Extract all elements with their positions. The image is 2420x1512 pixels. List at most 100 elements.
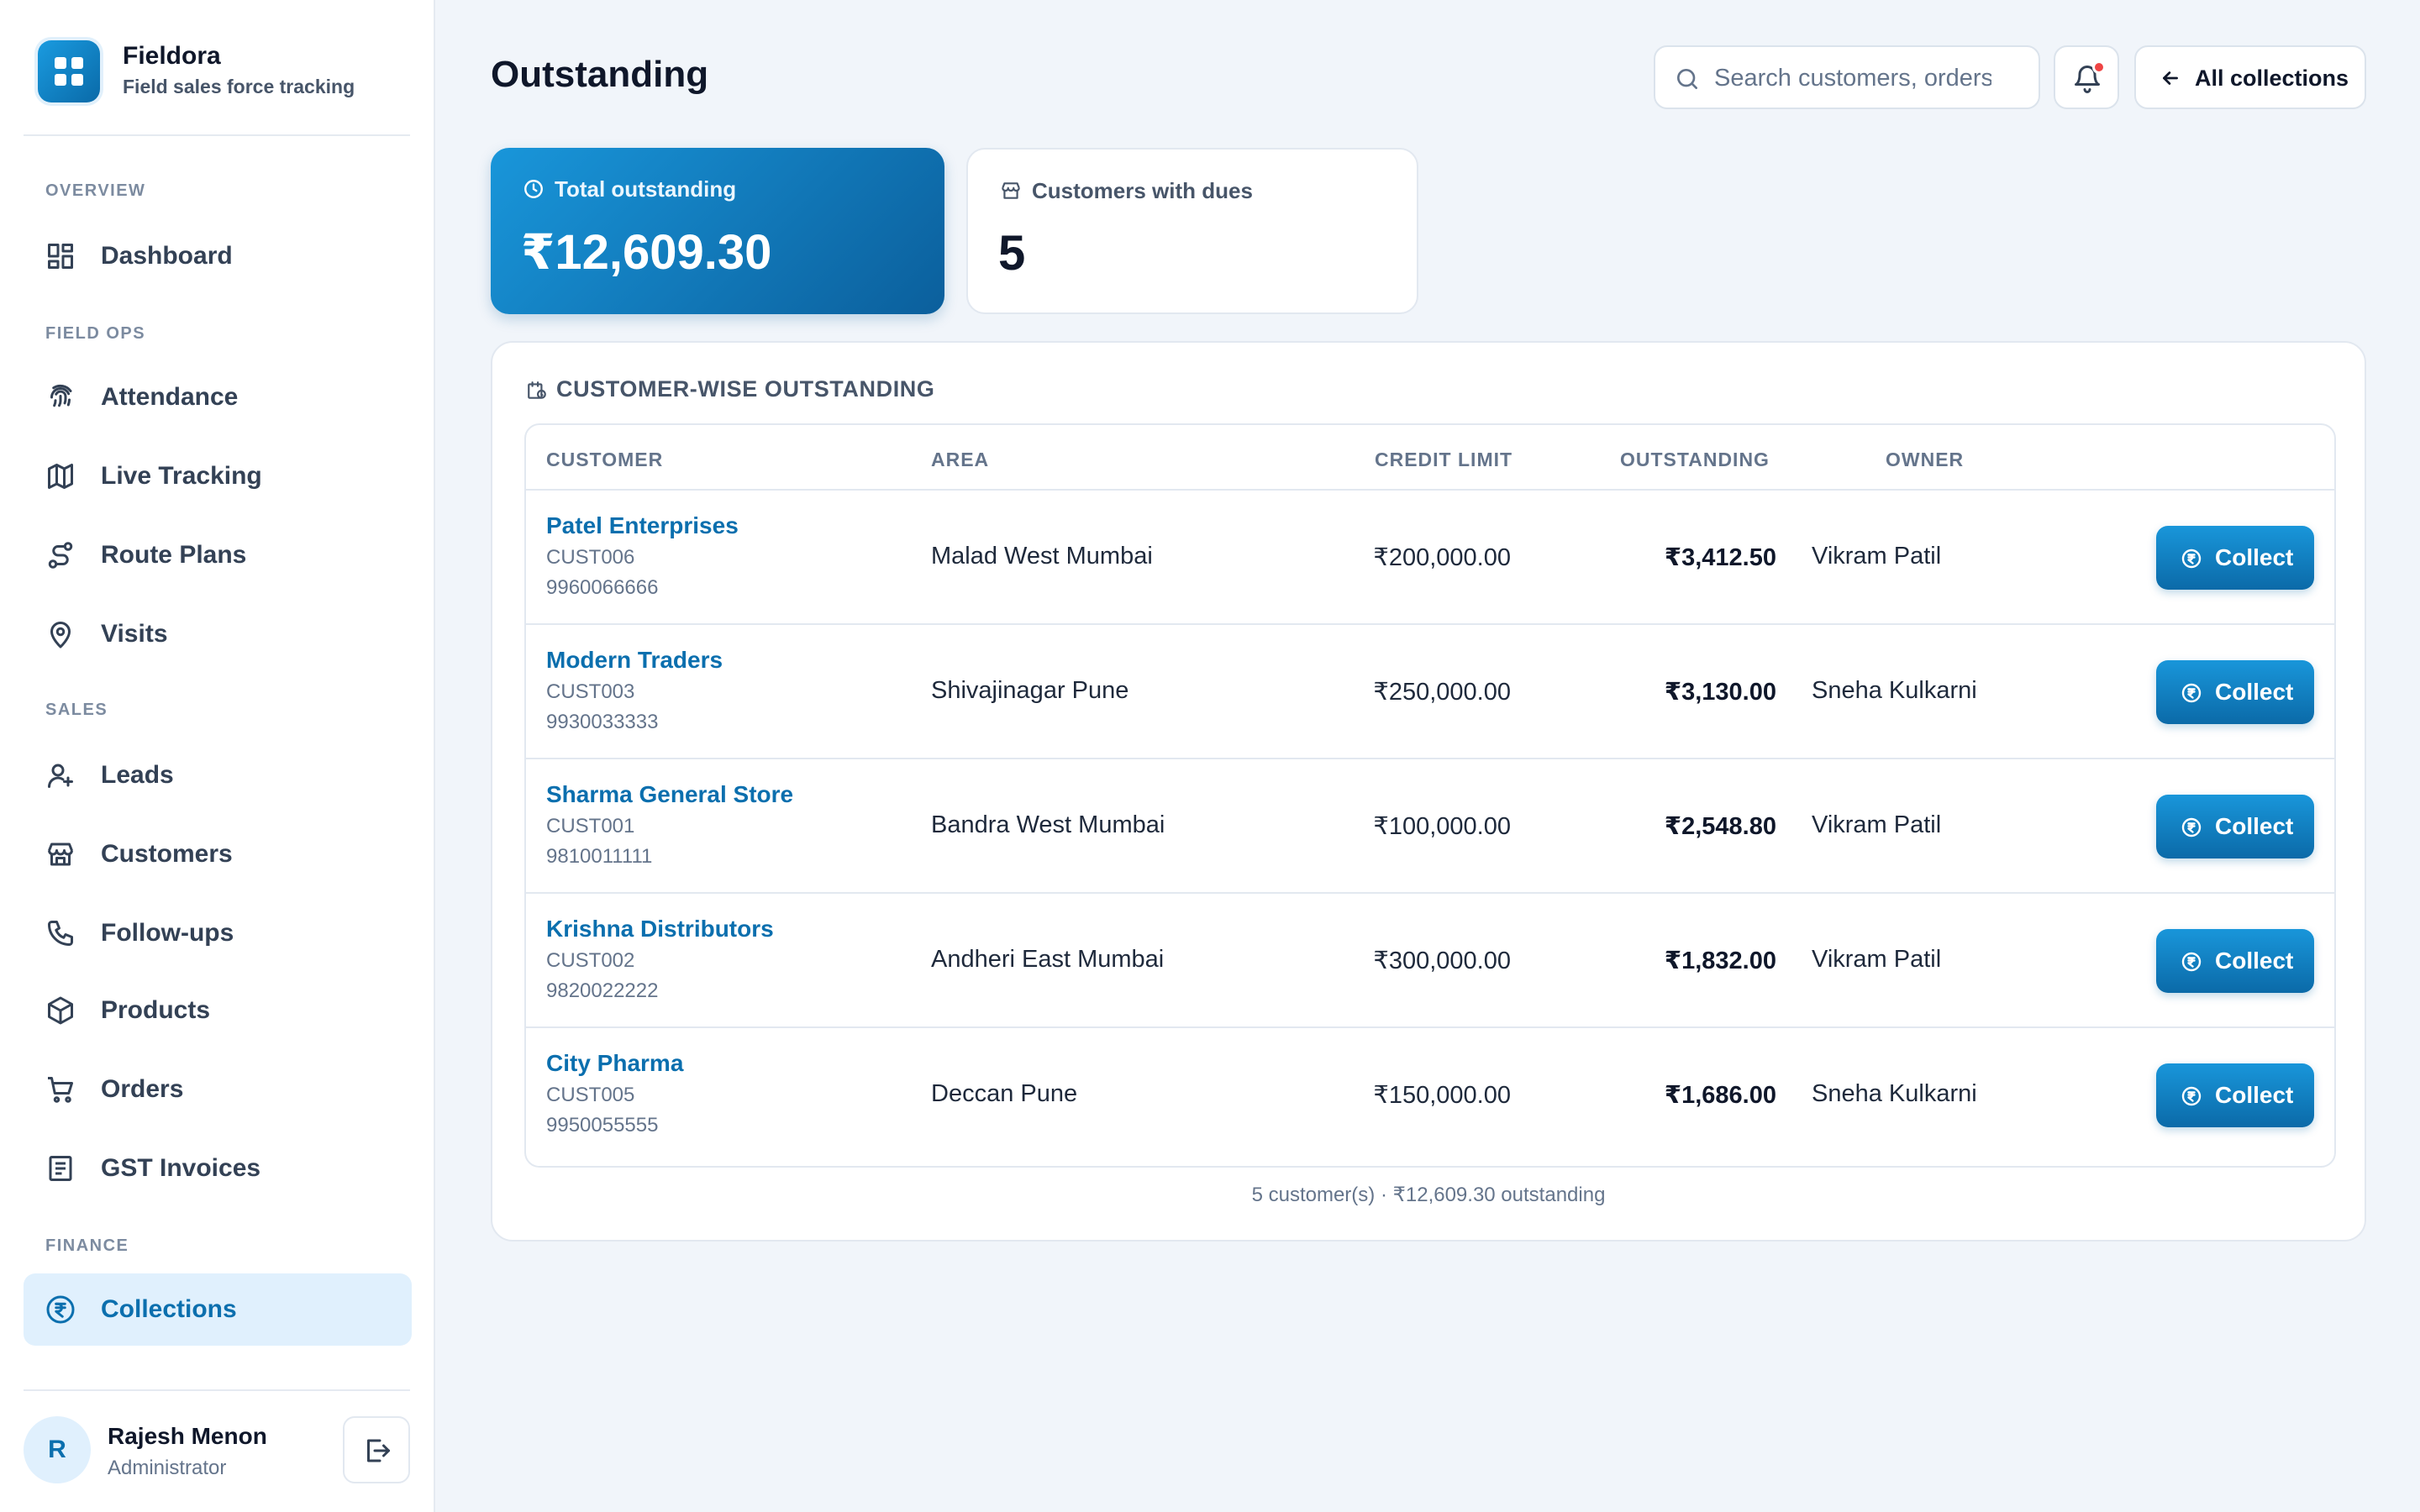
user-name: Rajesh Menon bbox=[108, 1423, 267, 1449]
column-header-owner[interactable]: OWNER bbox=[1886, 449, 1964, 471]
collect-button-label: Collect bbox=[2215, 544, 2294, 570]
customer-phone: 9960066666 bbox=[546, 576, 659, 599]
app-logo-icon[interactable] bbox=[38, 40, 100, 102]
sidebar-item-label: Visits bbox=[101, 620, 168, 648]
owner-name: Sneha Kulkarni bbox=[1812, 677, 1977, 704]
customer-name-link[interactable]: City Pharma bbox=[546, 1050, 683, 1077]
customer-code: CUST005 bbox=[546, 1084, 635, 1106]
customer-code: CUST001 bbox=[546, 815, 635, 837]
customer-outstanding-card: CUSTOMER-WISE OUTSTANDING CUSTOMER AREA … bbox=[491, 341, 2366, 1242]
sidebar-item-dashboard[interactable]: Dashboard bbox=[24, 220, 412, 292]
table-row: Patel Enterprises CUST006 9960066666 Mal… bbox=[526, 491, 2334, 625]
clock-icon bbox=[524, 180, 543, 198]
credit-limit: ₹250,000.00 bbox=[1373, 679, 1511, 706]
customer-code: CUST003 bbox=[546, 680, 635, 703]
nav-section-sales: SALES bbox=[45, 701, 108, 719]
customer-area: Bandra West Mumbai bbox=[931, 811, 1165, 838]
customer-area: Malad West Mumbai bbox=[931, 543, 1153, 570]
sidebar-item-label: GST Invoices bbox=[101, 1154, 261, 1182]
sidebar-item-label: Customers bbox=[101, 840, 233, 868]
store-icon bbox=[1002, 182, 1020, 199]
outstanding-amount: ₹3,130.00 bbox=[1664, 679, 1776, 706]
stat-label: Customers with dues bbox=[1032, 178, 1253, 203]
collect-button[interactable]: Collect bbox=[2156, 929, 2314, 993]
sidebar: Fieldora Field sales force tracking OVER… bbox=[0, 0, 435, 1512]
user-plus-icon bbox=[45, 760, 76, 790]
store-icon bbox=[45, 839, 76, 869]
stat-value: 5 bbox=[998, 226, 1026, 281]
credit-limit: ₹150,000.00 bbox=[1373, 1082, 1511, 1109]
rupee-circle-icon bbox=[2181, 549, 2202, 569]
collect-button[interactable]: Collect bbox=[2156, 795, 2314, 858]
brand: Fieldora Field sales force tracking bbox=[24, 24, 410, 136]
fingerprint-icon bbox=[45, 382, 76, 412]
customers-with-dues-card: Customers with dues 5 bbox=[966, 148, 1418, 314]
app-name: Fieldora bbox=[123, 42, 221, 70]
sidebar-item-label: Leads bbox=[101, 761, 174, 789]
collect-button[interactable]: Collect bbox=[2156, 660, 2314, 724]
customer-phone: 9950055555 bbox=[546, 1114, 659, 1137]
all-collections-label: All collections bbox=[2195, 66, 2349, 91]
customer-name-link[interactable]: Krishna Distributors bbox=[546, 916, 774, 942]
rupee-circle-icon bbox=[2181, 683, 2202, 703]
page-title: Outstanding bbox=[491, 54, 709, 95]
sidebar-item-collections[interactable]: Collections bbox=[24, 1273, 412, 1346]
credit-limit: ₹100,000.00 bbox=[1373, 813, 1511, 840]
sidebar-item-label: Route Plans bbox=[101, 541, 247, 569]
sidebar-item-attendance[interactable]: Attendance bbox=[24, 361, 412, 433]
nav-section-overview: OVERVIEW bbox=[45, 181, 146, 200]
outstanding-amount: ₹3,412.50 bbox=[1664, 544, 1776, 571]
sidebar-item-label: Orders bbox=[101, 1075, 184, 1103]
sidebar-item-visits[interactable]: Visits bbox=[24, 598, 412, 670]
table-header: CUSTOMER AREA CREDIT LIMIT OUTSTANDING O… bbox=[526, 425, 2334, 491]
map-icon bbox=[45, 461, 76, 491]
rupee-circle-icon bbox=[2181, 952, 2202, 972]
sidebar-item-gst-invoices[interactable]: GST Invoices bbox=[24, 1132, 412, 1205]
column-header-outstanding[interactable]: OUTSTANDING bbox=[1620, 449, 1770, 471]
logout-button[interactable] bbox=[343, 1416, 410, 1483]
receipt-icon bbox=[45, 1153, 76, 1184]
column-header-credit-limit[interactable]: CREDIT LIMIT bbox=[1375, 449, 1512, 471]
customer-name-link[interactable]: Sharma General Store bbox=[546, 781, 793, 808]
customer-phone: 9820022222 bbox=[546, 979, 659, 1002]
table-summary: 5 customer(s) · ₹12,609.30 outstanding bbox=[1251, 1184, 1606, 1206]
sidebar-item-follow-ups[interactable]: Follow-ups bbox=[24, 897, 412, 969]
sidebar-item-customers[interactable]: Customers bbox=[24, 818, 412, 890]
customer-area: Deccan Pune bbox=[931, 1080, 1078, 1107]
calendar-clock-icon bbox=[528, 381, 546, 399]
column-header-area[interactable]: AREA bbox=[931, 449, 989, 471]
search-box[interactable] bbox=[1654, 45, 2040, 109]
sidebar-item-live-tracking[interactable]: Live Tracking bbox=[24, 440, 412, 512]
app-tagline: Field sales force tracking bbox=[123, 76, 355, 97]
owner-name: Vikram Patil bbox=[1812, 946, 1942, 973]
sidebar-item-label: Dashboard bbox=[101, 242, 233, 270]
sidebar-item-route-plans[interactable]: Route Plans bbox=[24, 519, 412, 591]
column-header-customer[interactable]: CUSTOMER bbox=[546, 449, 663, 471]
search-input[interactable] bbox=[1714, 59, 1991, 97]
collect-button[interactable]: Collect bbox=[2156, 526, 2314, 590]
nav-section-finance: FINANCE bbox=[45, 1236, 129, 1255]
nav-section-field-ops: FIELD OPS bbox=[45, 324, 146, 343]
collect-button-label: Collect bbox=[2215, 813, 2294, 839]
table-row: Modern Traders CUST003 9930033333 Shivaj… bbox=[526, 625, 2334, 759]
user-role: Administrator bbox=[108, 1457, 227, 1479]
outstanding-amount: ₹1,686.00 bbox=[1664, 1082, 1776, 1109]
customer-name-link[interactable]: Modern Traders bbox=[546, 647, 723, 674]
total-outstanding-card: Total outstanding ₹12,609.30 bbox=[491, 148, 944, 314]
avatar[interactable]: R bbox=[24, 1416, 91, 1483]
sidebar-item-leads[interactable]: Leads bbox=[24, 739, 412, 811]
sidebar-item-products[interactable]: Products bbox=[24, 974, 412, 1047]
route-icon bbox=[45, 540, 76, 570]
table-row: Krishna Distributors CUST002 9820022222 … bbox=[526, 894, 2334, 1028]
sidebar-item-label: Follow-ups bbox=[101, 919, 234, 947]
credit-limit: ₹200,000.00 bbox=[1373, 544, 1511, 571]
sidebar-item-orders[interactable]: Orders bbox=[24, 1053, 412, 1126]
stat-label: Total outstanding bbox=[555, 176, 737, 202]
customer-name-link[interactable]: Patel Enterprises bbox=[546, 512, 739, 539]
collect-button-label: Collect bbox=[2215, 1082, 2294, 1108]
notifications-button[interactable] bbox=[2054, 45, 2119, 109]
collect-button[interactable]: Collect bbox=[2156, 1063, 2314, 1127]
collect-button-label: Collect bbox=[2215, 948, 2294, 974]
dashboard-icon bbox=[45, 241, 76, 271]
all-collections-button[interactable]: All collections bbox=[2134, 45, 2366, 109]
